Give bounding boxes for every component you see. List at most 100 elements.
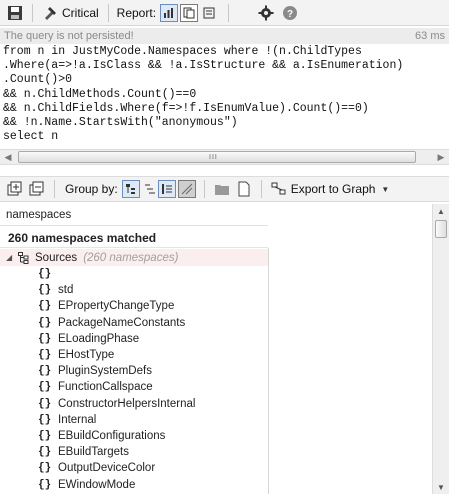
editor-horizontal-scrollbar[interactable]: ◀ III ▶ (0, 149, 449, 165)
folder-button[interactable] (211, 178, 233, 200)
namespace-name: PluginSystemDefs (58, 365, 152, 378)
report-chart-button[interactable] (180, 3, 199, 22)
namespace-icon: {} (38, 446, 52, 459)
toolbar-separator (203, 180, 205, 198)
group-list-icon (161, 184, 172, 194)
report-table-button[interactable] (160, 3, 179, 22)
namespace-icon: {} (38, 397, 52, 410)
scroll-up-arrow-icon[interactable]: ▲ (433, 204, 449, 218)
namespace-list-item[interactable]: {} ConstructorHelpersInternal (0, 396, 268, 412)
graph-icon (271, 182, 286, 195)
svg-text:?: ? (287, 9, 293, 20)
report-chart-icon (183, 7, 195, 18)
namespace-name: EBuildConfigurations (58, 429, 166, 442)
namespace-name: EPropertyChangeType (58, 300, 175, 313)
query-toolbar: Critical Report: ? (0, 0, 449, 26)
namespace-icon: {} (38, 365, 52, 378)
document-icon (238, 181, 250, 197)
expand-all-button[interactable] (4, 178, 26, 200)
namespace-list-item[interactable]: {} ELoadingPhase (0, 331, 268, 347)
namespace-list-item[interactable]: {} EHostType (0, 347, 268, 363)
namespace-list-item[interactable]: {} PluginSystemDefs (0, 363, 268, 379)
group-flat-icon (181, 183, 193, 195)
report-list-button[interactable] (200, 4, 218, 22)
scrollbar-thumb[interactable] (435, 220, 447, 238)
export-to-graph-button[interactable]: Export to Graph ▼ (268, 178, 393, 200)
namespace-list-item[interactable]: {} EWindowMode (0, 476, 268, 492)
export-to-graph-label: Export to Graph (290, 182, 376, 196)
group-by-flat-button[interactable] (177, 180, 196, 198)
scrollbar-grip: III (209, 154, 218, 161)
namespace-icon: {} (38, 413, 52, 426)
results-toolbar: Group by: Export to Graph ▼ (0, 176, 449, 202)
namespace-list-item[interactable]: {} EBuildTargets (0, 444, 268, 460)
tree-root-sources[interactable]: ◢ Sources (260 namespaces) (0, 249, 268, 266)
namespace-name: FunctionCallspace (58, 381, 153, 394)
namespace-list-item[interactable]: {} std (0, 282, 268, 298)
query-line: && !n.Name.StartsWith("anonymous") (3, 116, 238, 130)
help-button[interactable]: ? (279, 2, 301, 24)
toolbar-separator (228, 3, 230, 22)
query-line: .Count()>0 (3, 73, 73, 87)
toolbar-separator (107, 3, 109, 22)
critical-icon (45, 6, 56, 20)
document-button[interactable] (233, 178, 255, 200)
namespace-name: PackageNameConstants (58, 316, 186, 329)
tree-root-label: Sources (35, 251, 78, 264)
query-line: && n.ChildFields.Where(f=>!f.IsEnumValue… (3, 101, 369, 115)
namespace-icon: {} (38, 462, 52, 475)
tree-root-count: (260 namespaces) (83, 251, 179, 264)
filter-underline (0, 225, 268, 226)
namespace-icon: {} (38, 316, 52, 329)
group-by-list-button[interactable] (157, 180, 176, 198)
collapse-triangle-icon[interactable]: ◢ (6, 253, 18, 262)
results-vertical-scrollbar[interactable]: ▲ ▼ (432, 204, 449, 494)
query-line: from n in JustMyCode.Namespaces where !(… (3, 45, 362, 58)
filter-value: namespaces (6, 209, 72, 221)
scroll-right-arrow-icon[interactable]: ▶ (433, 150, 449, 164)
namespace-name: Internal (58, 413, 97, 426)
namespace-list-item[interactable]: {} EBuildConfigurations (0, 428, 268, 444)
critical-label: Critical (62, 5, 99, 20)
group-hierarchy-icon (144, 184, 155, 194)
report-label: Report: (116, 5, 157, 20)
namespace-icon: {} (38, 300, 52, 313)
scroll-left-arrow-icon[interactable]: ◀ (0, 150, 16, 164)
toolbar-separator (54, 180, 55, 198)
scrollbar-thumb[interactable]: III (18, 151, 416, 163)
group-by-hierarchy-button[interactable] (142, 178, 158, 200)
pane-divider[interactable] (268, 248, 269, 494)
collapse-all-button[interactable] (26, 178, 48, 200)
namespace-list-item[interactable]: {} OutputDeviceColor (0, 460, 268, 476)
namespace-list-item[interactable]: {} Internal (0, 412, 268, 428)
help-icon: ? (283, 5, 298, 20)
namespace-list-item[interactable]: {} (0, 266, 268, 282)
namespace-name: OutputDeviceColor (58, 462, 156, 475)
namespace-icon: {} (38, 381, 52, 394)
namespace-icon: {} (38, 429, 52, 442)
group-by-tree-button[interactable] (121, 180, 140, 198)
toolbar-separator (32, 3, 33, 22)
namespace-list-item[interactable]: {} PackageNameConstants (0, 315, 268, 331)
namespace-name: EWindowMode (58, 478, 136, 491)
status-message: The query is not persisted! (4, 30, 134, 42)
query-editor[interactable]: from n in JustMyCode.Namespaces where !(… (0, 45, 449, 147)
results-tree: ◢ Sources (260 namespaces) {} {} std {} EPro… (0, 249, 268, 494)
settings-button[interactable] (255, 2, 277, 24)
results-filter-input[interactable]: namespaces (0, 204, 432, 226)
namespace-icon: {} (38, 284, 52, 297)
expand-all-icon (7, 181, 22, 196)
namespace-list-item[interactable]: {} FunctionCallspace (0, 379, 268, 395)
namespace-icon: {} (38, 268, 52, 281)
save-button[interactable] (4, 2, 26, 24)
namespace-icon: {} (38, 478, 52, 491)
scroll-down-arrow-icon[interactable]: ▼ (433, 480, 449, 494)
results-count-heading: 260 namespaces matched (0, 228, 268, 248)
namespace-name: ConstructorHelpersInternal (58, 397, 196, 410)
group-by-label: Group by: (65, 182, 118, 196)
critical-button[interactable]: Critical (39, 2, 102, 24)
group-tree-icon (125, 184, 135, 194)
query-line: select n (3, 130, 59, 144)
report-list-icon (203, 7, 215, 18)
namespace-list-item[interactable]: {} EPropertyChangeType (0, 298, 268, 314)
